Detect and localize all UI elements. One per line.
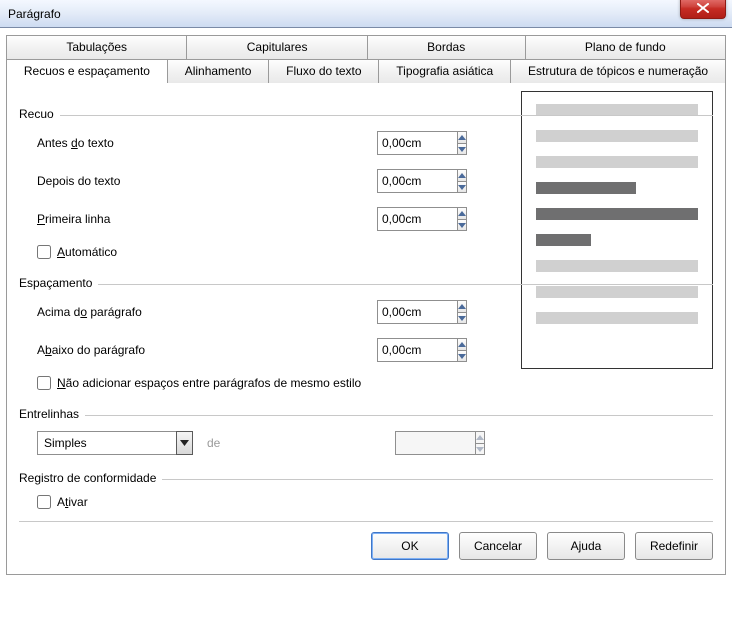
label-acima-paragrafo: Acima do parágrafo <box>37 305 377 319</box>
spin-down[interactable] <box>457 143 467 155</box>
tab-panel: Recuo Antes do texto Depois do <box>6 83 726 575</box>
checkbox-automatico-input[interactable] <box>37 245 51 259</box>
help-button[interactable]: Ajuda <box>547 532 625 560</box>
tab-plano-de-fundo[interactable]: Plano de fundo <box>526 35 726 59</box>
close-button[interactable] <box>680 0 726 19</box>
spin-down[interactable] <box>457 219 467 231</box>
spin-acima-paragrafo[interactable] <box>377 300 467 324</box>
checkbox-nao-adicionar-label: Não adicionar espaços entre parágrafos d… <box>57 376 361 390</box>
button-divider <box>19 521 713 522</box>
dialog-buttons: OK Cancelar Ajuda Redefinir <box>371 532 713 560</box>
row-ativar: Ativar <box>37 493 713 512</box>
tab-capitulares[interactable]: Capitulares <box>187 35 367 59</box>
combo-entrelinhas[interactable] <box>37 431 193 455</box>
combo-entrelinhas-input[interactable] <box>37 431 176 455</box>
group-recuo-legend: Recuo <box>19 107 60 121</box>
input-acima-paragrafo[interactable] <box>377 300 457 324</box>
row-depois-texto: Depois do texto <box>37 167 713 195</box>
checkbox-nao-adicionar-input[interactable] <box>37 376 51 390</box>
checkbox-automatico-label: Automático <box>57 245 117 259</box>
input-abaixo-paragrafo[interactable] <box>377 338 457 362</box>
row-nao-adicionar: Não adicionar espaços entre parágrafos d… <box>37 374 713 393</box>
label-antes-texto: Antes do texto <box>37 136 377 150</box>
titlebar: Parágrafo <box>0 0 732 28</box>
spin-up[interactable] <box>457 169 467 181</box>
group-registro: Registro de conformidade Ativar <box>19 471 713 512</box>
input-entrelinhas-de <box>395 431 475 455</box>
checkbox-nao-adicionar[interactable]: Não adicionar espaços entre parágrafos d… <box>37 376 361 390</box>
window-title: Parágrafo <box>8 7 61 21</box>
spin-down[interactable] <box>457 350 467 362</box>
input-primeira-linha[interactable] <box>377 207 457 231</box>
group-recuo: Recuo Antes do texto Depois do <box>19 107 713 262</box>
spin-entrelinhas-de <box>395 431 485 455</box>
group-registro-legend: Registro de conformidade <box>19 471 162 485</box>
label-abaixo-paragrafo: Abaixo do parágrafo <box>37 343 377 357</box>
label-primeira-linha: Primeira linha <box>37 212 377 226</box>
tab-row-bottom: Recuos e espaçamento Alinhamento Fluxo d… <box>6 59 726 83</box>
group-entrelinhas: Entrelinhas de <box>19 407 713 457</box>
row-entrelinhas: de <box>37 429 713 457</box>
checkbox-automatico[interactable]: Automático <box>37 245 117 259</box>
label-de: de <box>207 436 220 450</box>
dialog-content: Tabulações Capitulares Bordas Plano de f… <box>0 28 732 581</box>
ok-button[interactable]: OK <box>371 532 449 560</box>
spin-up[interactable] <box>457 207 467 219</box>
row-antes-texto: Antes do texto <box>37 129 713 157</box>
checkbox-ativar[interactable]: Ativar <box>37 495 88 509</box>
tab-fluxo-do-texto[interactable]: Fluxo do texto <box>269 59 379 83</box>
group-espacamento-legend: Espaçamento <box>19 276 98 290</box>
spin-abaixo-paragrafo[interactable] <box>377 338 467 362</box>
cancel-button[interactable]: Cancelar <box>459 532 537 560</box>
row-acima-paragrafo: Acima do parágrafo <box>37 298 713 326</box>
tab-recuos-espacamento[interactable]: Recuos e espaçamento <box>6 59 168 83</box>
spin-up <box>475 431 485 443</box>
tab-alinhamento[interactable]: Alinhamento <box>168 59 269 83</box>
tab-bordas[interactable]: Bordas <box>368 35 526 59</box>
spin-up[interactable] <box>457 338 467 350</box>
tab-row-top: Tabulações Capitulares Bordas Plano de f… <box>6 35 726 59</box>
spin-down[interactable] <box>457 312 467 324</box>
close-icon <box>697 3 709 13</box>
row-abaixo-paragrafo: Abaixo do parágrafo <box>37 336 713 364</box>
chevron-down-icon <box>180 440 189 446</box>
spin-down[interactable] <box>457 181 467 193</box>
spin-depois-texto[interactable] <box>377 169 467 193</box>
combo-entrelinhas-button[interactable] <box>176 431 193 455</box>
checkbox-ativar-input[interactable] <box>37 495 51 509</box>
tab-estrutura-topicos[interactable]: Estrutura de tópicos e numeração <box>511 59 726 83</box>
label-depois-texto: Depois do texto <box>37 174 377 188</box>
group-entrelinhas-legend: Entrelinhas <box>19 407 85 421</box>
reset-button[interactable]: Redefinir <box>635 532 713 560</box>
checkbox-ativar-label: Ativar <box>57 495 88 509</box>
input-depois-texto[interactable] <box>377 169 457 193</box>
row-primeira-linha: Primeira linha <box>37 205 713 233</box>
group-espacamento: Espaçamento Acima do parágrafo <box>19 276 713 393</box>
tab-tabulacoes[interactable]: Tabulações <box>6 35 187 59</box>
tab-tipografia-asiatica[interactable]: Tipografia asiática <box>379 59 511 83</box>
input-antes-texto[interactable] <box>377 131 457 155</box>
spin-up[interactable] <box>457 131 467 143</box>
row-automatico: Automático <box>37 243 713 262</box>
spin-down <box>475 443 485 455</box>
spin-antes-texto[interactable] <box>377 131 467 155</box>
spin-primeira-linha[interactable] <box>377 207 467 231</box>
spin-up[interactable] <box>457 300 467 312</box>
tabstrip: Tabulações Capitulares Bordas Plano de f… <box>6 35 726 83</box>
